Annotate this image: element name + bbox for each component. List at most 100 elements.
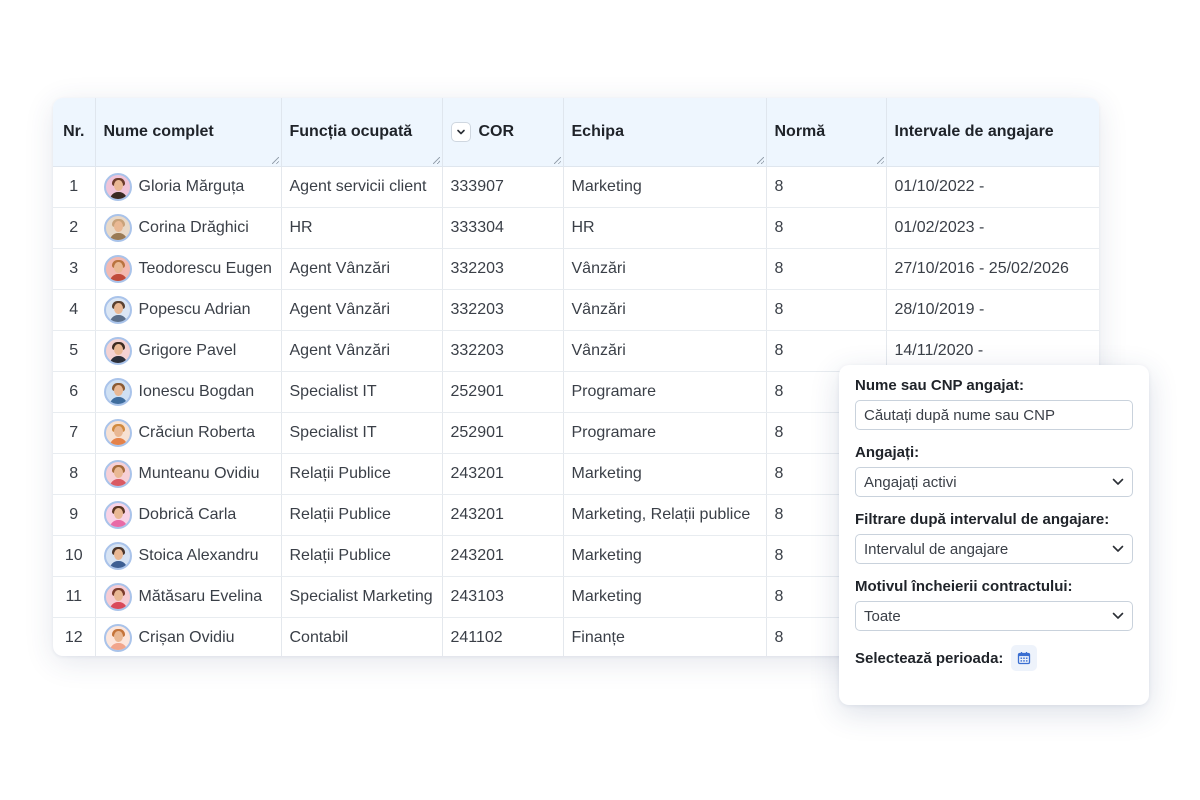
search-input[interactable]: Căutați după nume sau CNP — [855, 400, 1133, 430]
cell-role-text: Contabil — [289, 628, 349, 646]
cell-nr: 3 — [53, 248, 96, 290]
cell-team: Marketing — [563, 576, 767, 618]
interval-select[interactable]: Intervalul de angajare — [855, 534, 1133, 564]
cell-cor: 332203 — [442, 248, 564, 290]
cell-team-text: Marketing — [571, 587, 642, 605]
cell-name: Popescu Adrian — [95, 289, 282, 331]
cell-interval: 01/02/2023 - — [886, 207, 1099, 249]
column-header-label: Intervale de angajare — [894, 122, 1054, 140]
cell-cor: 252901 — [442, 371, 564, 413]
cell-interval-text: 14/11/2020 - — [894, 341, 984, 359]
employee-name[interactable]: Crișan Ovidiu — [139, 629, 235, 647]
cell-role: Agent Vânzări — [281, 330, 443, 372]
cell-cor-text: 243201 — [450, 464, 504, 482]
interval-filter-group: Filtrare după intervalul de angajare: In… — [855, 511, 1133, 564]
cell-role: Contabil — [281, 617, 443, 656]
employee-name[interactable]: Mătăsaru Evelina — [139, 588, 263, 606]
cell-nr: 2 — [53, 207, 96, 249]
cell-norm: 8 — [766, 248, 887, 290]
employee-name-wrap: Dobrică Carla — [103, 500, 273, 529]
avatar — [103, 254, 132, 283]
cell-nr-text: 6 — [69, 382, 79, 400]
employees-select[interactable]: Angajați activi — [855, 467, 1133, 497]
avatar — [103, 541, 132, 570]
table-row[interactable]: 4 Popescu Adrian Agent Vânzări 332203 Vânzăr… — [53, 289, 1099, 331]
column-header-team[interactable]: Echipa — [563, 98, 767, 167]
cell-name: Crișan Ovidiu — [95, 617, 282, 656]
employee-name[interactable]: Popescu Adrian — [139, 301, 251, 319]
chevron-down-icon — [456, 129, 465, 135]
reason-select-value: Toate — [864, 607, 901, 625]
resize-handle[interactable] — [756, 156, 764, 164]
cell-nr: 7 — [53, 412, 96, 454]
cell-role-text: Relații Publice — [289, 464, 391, 482]
cell-nr: 12 — [53, 617, 96, 656]
cell-nr-text: 8 — [69, 464, 79, 482]
screen: Nr. Nume complet Funcția ocupată COR Ech… — [0, 0, 1200, 800]
avatar — [103, 582, 132, 611]
cell-team: Vânzări — [563, 289, 767, 331]
cell-name: Ionescu Bogdan — [95, 371, 282, 413]
employees-label: Angajați: — [855, 444, 920, 461]
employee-name[interactable]: Ionescu Bogdan — [139, 383, 255, 401]
cell-team: Vânzări — [563, 330, 767, 372]
cell-name: Gloria Mărguța — [95, 166, 282, 208]
column-header-nr[interactable]: Nr. — [53, 98, 96, 167]
cell-interval: 01/10/2022 - — [886, 166, 1099, 208]
cell-interval: 27/10/2016 - 25/02/2026 — [886, 248, 1099, 290]
resize-handle[interactable] — [876, 156, 884, 164]
table-row[interactable]: 2 Corina Drăghici HR 333304 HR 8 01/02/2023 - — [53, 207, 1099, 249]
employee-name[interactable]: Corina Drăghici — [139, 219, 249, 237]
employee-name[interactable]: Stoica Alexandru — [139, 547, 259, 565]
avatar — [103, 336, 132, 365]
cell-team-text: Finanțe — [571, 628, 625, 646]
cell-team-text: Vânzări — [571, 341, 626, 359]
cell-cor: 243201 — [442, 494, 564, 536]
cell-role: HR — [281, 207, 443, 249]
chevron-down-icon — [1112, 478, 1124, 485]
cell-team-text: Marketing — [571, 177, 642, 195]
employees-filter-group: Angajați: Angajați activi — [855, 444, 1133, 497]
search-placeholder: Căutați după nume sau CNP — [864, 406, 1055, 424]
cell-team: Programare — [563, 412, 767, 454]
column-header-role[interactable]: Funcția ocupată — [281, 98, 443, 167]
resize-handle[interactable] — [271, 156, 279, 164]
reason-select[interactable]: Toate — [855, 601, 1133, 631]
cell-role-text: Agent Vânzări — [289, 300, 391, 318]
cell-team-text: Marketing — [571, 546, 642, 564]
employee-name-wrap: Grigore Pavel — [103, 336, 273, 365]
resize-handle[interactable] — [553, 156, 561, 164]
cell-role-text: Agent servicii client — [289, 177, 427, 195]
calendar-button[interactable] — [1011, 645, 1038, 671]
cell-norm-text: 8 — [774, 546, 784, 564]
employee-name[interactable]: Gloria Mărguța — [139, 178, 245, 196]
employee-name[interactable]: Teodorescu Eugen — [139, 260, 272, 278]
cell-cor: 243201 — [442, 535, 564, 577]
table-row[interactable]: 3 Teodorescu Eugen Agent Vânzări 332203 Vânz… — [53, 248, 1099, 290]
column-header-norm[interactable]: Normă — [766, 98, 887, 167]
cell-nr-text: 11 — [65, 587, 83, 605]
resize-handle[interactable] — [432, 156, 440, 164]
calendar-icon — [1018, 652, 1031, 665]
cell-norm: 8 — [766, 166, 887, 208]
table-row[interactable]: 1 Gloria Mărguța Agent servicii client 3339… — [53, 166, 1099, 208]
column-header-label: Echipa — [571, 122, 624, 140]
employee-name[interactable]: Dobrică Carla — [139, 506, 237, 524]
cell-role: Relații Publice — [281, 535, 443, 577]
sort-button[interactable] — [450, 121, 471, 142]
column-header-intervals[interactable]: Intervale de angajare — [886, 98, 1099, 167]
employee-name[interactable]: Crăciun Roberta — [139, 424, 256, 442]
cell-team: Programare — [563, 371, 767, 413]
cell-nr: 4 — [53, 289, 96, 331]
cell-role-text: Specialist IT — [289, 382, 377, 400]
column-header-cor[interactable]: COR — [442, 98, 564, 167]
employee-name[interactable]: Grigore Pavel — [139, 342, 237, 360]
column-header-name[interactable]: Nume complet — [95, 98, 282, 167]
cell-role: Specialist Marketing — [281, 576, 443, 618]
cell-nr-text: 3 — [69, 259, 79, 277]
cell-cor: 243103 — [442, 576, 564, 618]
employee-name[interactable]: Munteanu Ovidiu — [139, 465, 260, 483]
cell-norm: 8 — [766, 207, 887, 249]
period-row: Selectează perioada: — [855, 645, 1133, 671]
cell-cor-text: 332203 — [450, 300, 504, 318]
